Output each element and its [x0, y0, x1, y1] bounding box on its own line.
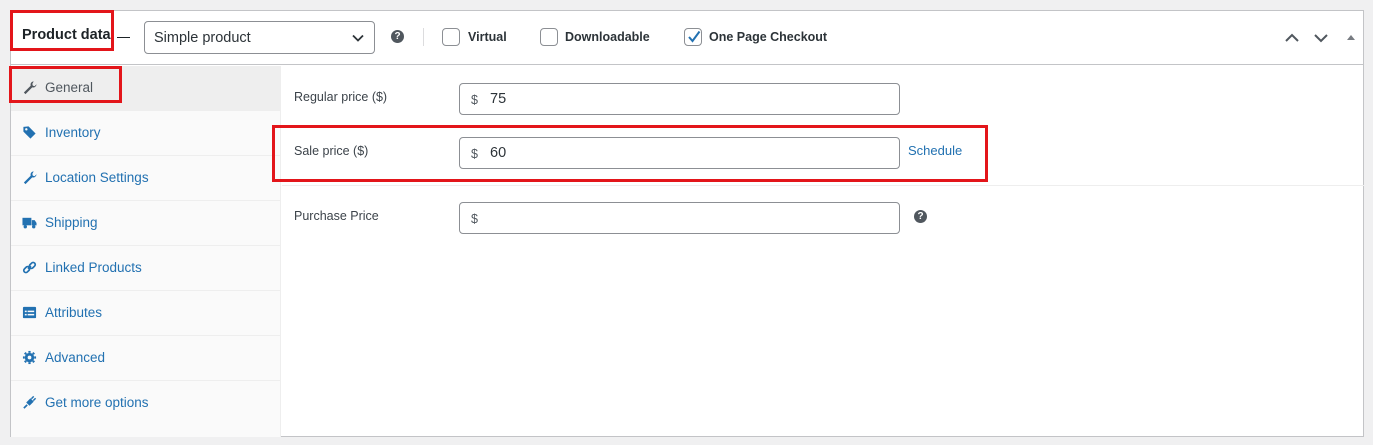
tab-advanced[interactable]: Advanced [11, 336, 281, 381]
tab-get-more-options-label: Get more options [45, 395, 149, 410]
truck-icon [22, 217, 37, 229]
tab-shipping-label: Shipping [45, 215, 98, 230]
tab-attributes-label: Attributes [45, 305, 103, 320]
panel-title: Product data [22, 27, 111, 43]
regular-price-row: Regular price ($) $ 75 [282, 66, 1364, 131]
purchase-price-label: Purchase Price [294, 209, 379, 223]
product-type-value: Simple product [154, 30, 251, 46]
downloadable-label: Downloadable [565, 30, 650, 44]
currency-symbol: $ [471, 212, 478, 226]
tab-inventory[interactable]: Inventory [11, 111, 281, 156]
move-down-icon[interactable] [1313, 30, 1329, 46]
purchase-price-row: Purchase Price $ ? [282, 186, 1364, 266]
downloadable-checkbox[interactable] [540, 28, 558, 46]
sale-price-label: Sale price ($) [294, 144, 369, 158]
tab-inventory-label: Inventory [45, 125, 101, 140]
title-dash [117, 37, 130, 38]
tab-location-settings-label: Location Settings [45, 170, 149, 185]
tab-attributes[interactable]: Attributes [11, 291, 281, 336]
collapse-toggle-icon[interactable] [1343, 30, 1359, 46]
currency-symbol: $ [471, 93, 478, 107]
checkmark-icon [688, 30, 701, 43]
product-type-select[interactable]: Simple product [144, 21, 375, 54]
tab-shipping[interactable]: Shipping [11, 201, 281, 246]
one-page-checkout-checkbox[interactable] [684, 28, 702, 46]
tab-linked-products-label: Linked Products [45, 260, 142, 275]
tab-general[interactable]: General [11, 66, 281, 111]
sale-price-value: 60 [490, 145, 507, 161]
chevron-down-icon [352, 34, 364, 42]
tab-advanced-label: Advanced [45, 350, 106, 365]
link-icon [22, 261, 37, 274]
purchase-price-input[interactable]: $ [459, 202, 900, 234]
regular-price-label: Regular price ($) [294, 90, 388, 104]
product-data-panel: Product data Simple product ? Virtual Do… [10, 10, 1364, 437]
plugin-icon [23, 395, 37, 409]
gear-icon [22, 350, 37, 365]
virtual-label: Virtual [468, 30, 507, 44]
product-data-header: Product data Simple product ? Virtual Do… [11, 11, 1363, 65]
virtual-checkbox[interactable] [442, 28, 460, 46]
wrench-icon [23, 81, 37, 95]
product-data-tabs: General Inventory Location Settings Ship… [11, 66, 281, 437]
one-page-checkout-label: One Page Checkout [709, 30, 828, 44]
tab-general-label: General [45, 80, 94, 95]
regular-price-input[interactable]: $ 75 [459, 83, 900, 115]
schedule-link[interactable]: Schedule [908, 143, 962, 158]
regular-price-value: 75 [490, 91, 507, 107]
move-up-icon[interactable] [1284, 30, 1300, 46]
help-icon[interactable]: ? [391, 30, 404, 43]
currency-symbol: $ [471, 147, 478, 161]
sale-price-input[interactable]: $ 60 [459, 137, 900, 169]
help-icon[interactable]: ? [914, 210, 927, 223]
header-divider [423, 28, 424, 46]
list-icon [22, 306, 37, 319]
tag-icon [23, 126, 36, 139]
tab-linked-products[interactable]: Linked Products [11, 246, 281, 291]
sale-price-row: Sale price ($) $ 60 Schedule [282, 131, 1364, 185]
tab-get-more-options[interactable]: Get more options [11, 381, 281, 426]
wrench-icon [23, 171, 37, 185]
tab-location-settings[interactable]: Location Settings [11, 156, 281, 201]
